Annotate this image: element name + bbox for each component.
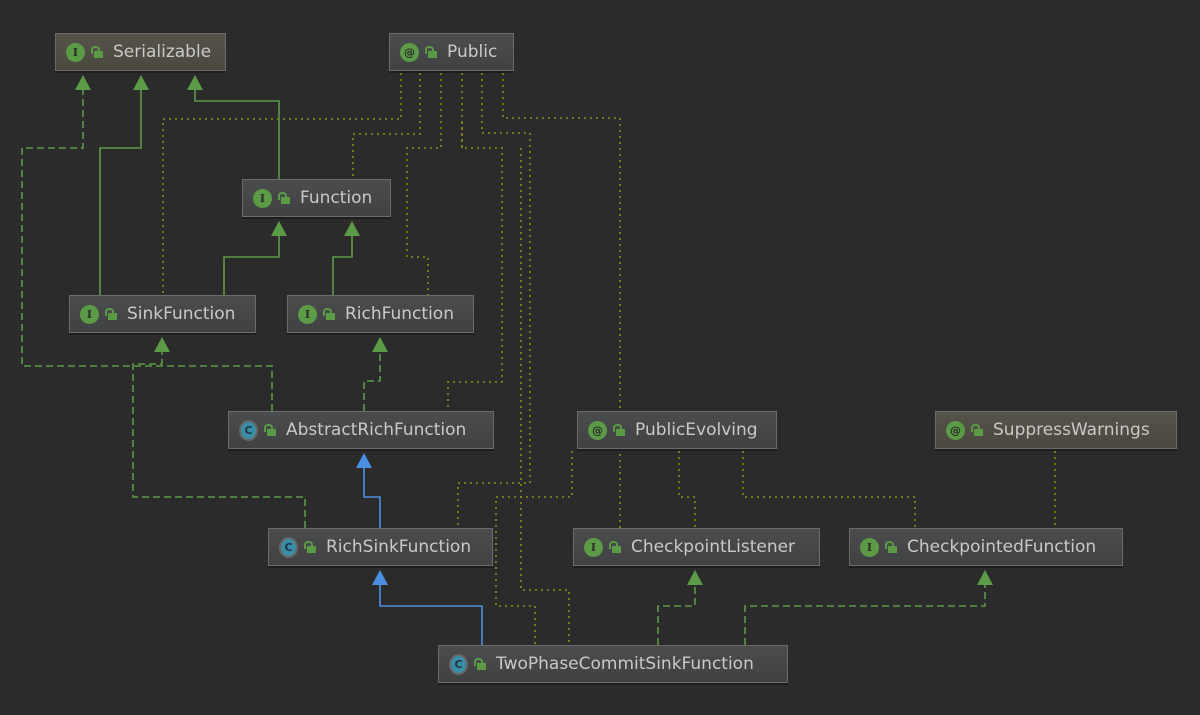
interface-icon: I bbox=[80, 304, 99, 324]
node-twophasecommitsinkfunction[interactable]: C TwoPhaseCommitSinkFunction bbox=[438, 645, 788, 683]
node-checkpointlistener[interactable]: I CheckpointListener bbox=[573, 528, 820, 566]
uml-diagram: I Serializable @ Public I Function I SinkFun… bbox=[0, 0, 1200, 715]
edge-publicevolving-checkpointlistener bbox=[678, 451, 696, 528]
node-richsinkfunction[interactable]: C RichSinkFunction bbox=[268, 528, 493, 566]
arrowhead bbox=[687, 570, 703, 585]
arrowhead bbox=[75, 75, 91, 90]
node-label: TwoPhaseCommitSinkFunction bbox=[496, 654, 754, 674]
node-checkpointedfunction[interactable]: I CheckpointedFunction bbox=[849, 528, 1123, 566]
edge-twophase-richsink bbox=[379, 583, 483, 645]
node-label: Serializable bbox=[113, 42, 212, 62]
node-label: AbstractRichFunction bbox=[286, 420, 467, 440]
public-access-icon bbox=[474, 658, 486, 670]
edge-publicevolving-checkpointedfunction bbox=[742, 451, 916, 528]
annotation-icon: @ bbox=[588, 420, 607, 440]
public-access-icon bbox=[425, 46, 437, 58]
arrowhead bbox=[372, 570, 388, 585]
node-label: CheckpointedFunction bbox=[907, 537, 1097, 557]
node-label: RichSinkFunction bbox=[326, 537, 472, 557]
node-richfunction[interactable]: I RichFunction bbox=[287, 295, 474, 333]
edge-public-abstractrichfunction bbox=[447, 73, 503, 411]
interface-icon: I bbox=[66, 42, 85, 62]
node-public[interactable]: @ Public bbox=[389, 33, 514, 71]
public-access-icon bbox=[609, 541, 621, 553]
node-suppresswarnings[interactable]: @ SuppressWarnings bbox=[935, 411, 1177, 449]
node-label: Function bbox=[300, 188, 373, 208]
edges-layer bbox=[21, 73, 1056, 645]
edge-richfunction-function bbox=[332, 234, 353, 295]
public-access-icon bbox=[613, 424, 625, 436]
node-label: RichFunction bbox=[345, 304, 454, 324]
public-access-icon bbox=[885, 541, 897, 553]
edge-public-function bbox=[352, 73, 421, 179]
arrowhead bbox=[133, 75, 149, 90]
node-label: SinkFunction bbox=[127, 304, 236, 324]
arrowhead bbox=[187, 75, 203, 90]
implements-edges bbox=[21, 88, 986, 645]
node-label: SuppressWarnings bbox=[993, 420, 1150, 440]
arrowhead bbox=[356, 453, 372, 468]
edge-function-serializable bbox=[194, 88, 280, 179]
node-label: CheckpointListener bbox=[631, 537, 796, 557]
public-access-icon bbox=[278, 192, 290, 204]
public-access-icon bbox=[105, 308, 117, 320]
public-access-icon bbox=[971, 424, 983, 436]
node-abstractrichfunction[interactable]: C AbstractRichFunction bbox=[228, 411, 494, 449]
public-access-icon bbox=[323, 308, 335, 320]
node-function[interactable]: I Function bbox=[242, 179, 391, 217]
node-label: PublicEvolving bbox=[635, 420, 758, 440]
arrowhead bbox=[372, 337, 388, 352]
interface-icon: I bbox=[584, 537, 603, 557]
arrowhead bbox=[344, 221, 360, 236]
abstract-class-icon: C bbox=[239, 419, 258, 441]
edge-richsink-abstractrich bbox=[363, 466, 381, 528]
node-publicevolving[interactable]: @ PublicEvolving bbox=[577, 411, 777, 449]
public-access-icon bbox=[91, 46, 103, 58]
edge-public-twophase-2 bbox=[520, 148, 570, 645]
node-label: Public bbox=[447, 42, 498, 62]
edge-twophase-checkpointlistener bbox=[657, 583, 696, 645]
edge-publicevolving-twophase bbox=[495, 451, 573, 645]
edge-public-richfunction bbox=[406, 73, 442, 295]
public-access-icon bbox=[304, 541, 316, 553]
interface-icon: I bbox=[253, 188, 272, 208]
node-serializable[interactable]: I Serializable bbox=[55, 33, 226, 71]
interface-icon: I bbox=[298, 304, 317, 324]
edge-sinkfunction-function bbox=[223, 234, 280, 295]
edge-twophase-checkpointedfunction bbox=[744, 583, 986, 645]
edge-abstractrich-serializable bbox=[21, 88, 273, 411]
abstract-class-icon: C bbox=[449, 653, 468, 675]
interface-icon: I bbox=[860, 537, 879, 557]
edge-sinkfunction-serializable bbox=[99, 88, 142, 295]
arrowhead bbox=[271, 221, 287, 236]
edge-abstractrich-richfunction bbox=[363, 350, 381, 411]
annotation-icon: @ bbox=[400, 42, 419, 62]
arrowhead bbox=[977, 570, 993, 585]
abstract-class-icon: C bbox=[279, 536, 298, 558]
annotation-icon: @ bbox=[946, 420, 965, 440]
public-access-icon bbox=[264, 424, 276, 436]
node-sinkfunction[interactable]: I SinkFunction bbox=[69, 295, 256, 333]
arrowhead bbox=[154, 337, 170, 352]
